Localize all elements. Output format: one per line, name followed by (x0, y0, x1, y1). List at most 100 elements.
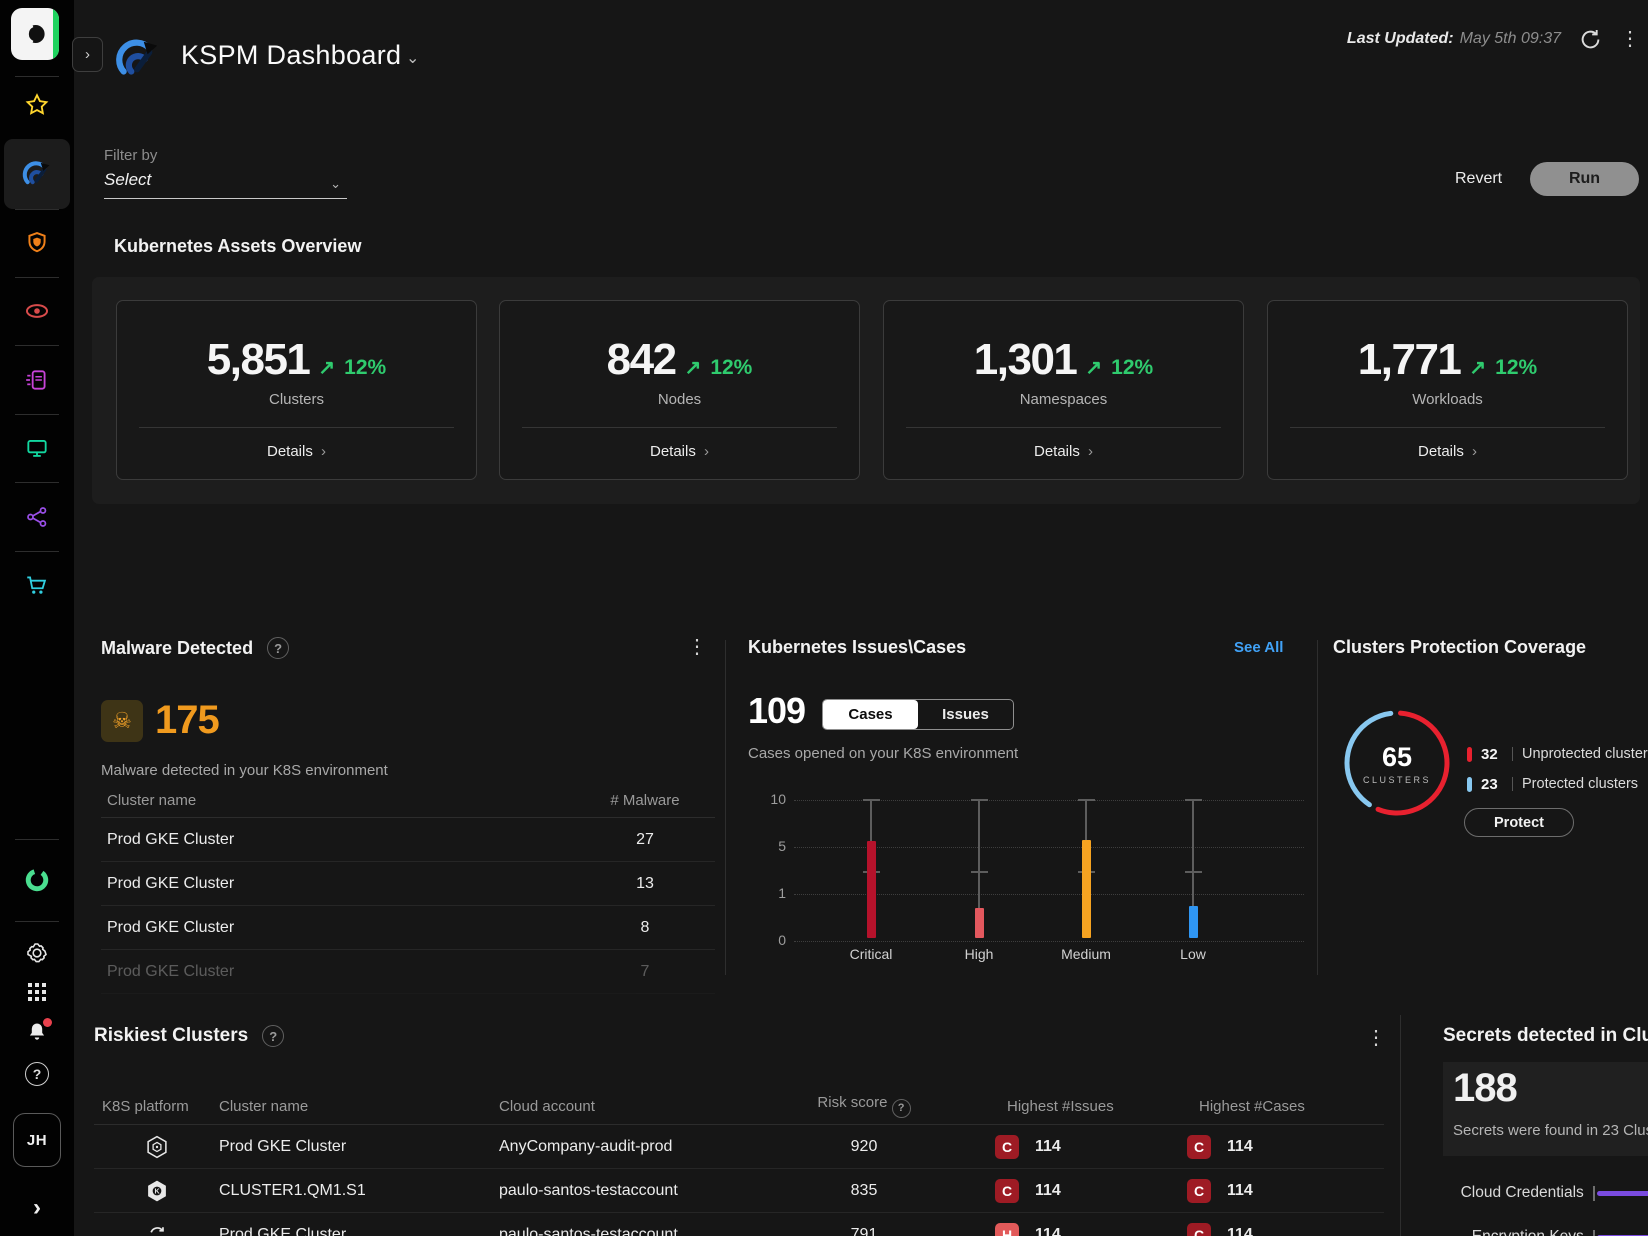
help-icon[interactable]: ? (262, 1025, 284, 1047)
sidebar-item-apps[interactable] (0, 970, 74, 1014)
chevron-right-icon: › (85, 46, 90, 63)
sidebar-item-threat-eye[interactable] (0, 289, 74, 333)
chevron-down-icon: ⌄ (330, 176, 341, 192)
column-highest-cases: Highest #Cases (1141, 1098, 1333, 1115)
severity-badge: C (995, 1135, 1019, 1159)
sidebar-item-settings[interactable] (0, 931, 74, 975)
platform-cell (94, 1222, 219, 1236)
cases-count: 114 (1227, 1182, 1253, 1200)
panel-divider (725, 640, 726, 975)
severity-badge: C (1187, 1179, 1211, 1203)
secret-row[interactable]: Encryption Keys (1443, 1222, 1648, 1236)
cases-issues-toggle: Cases Issues (822, 699, 1014, 730)
kebab-menu-icon[interactable]: ⋮ (1620, 29, 1640, 49)
riskiest-title: Riskiest Clusters (94, 1025, 248, 1047)
details-link[interactable]: Details › (884, 443, 1243, 460)
divider (522, 427, 837, 428)
whisker-cap-high (1185, 799, 1202, 801)
details-link[interactable]: Details › (1268, 443, 1627, 460)
chart-bar-low[interactable] (1189, 906, 1198, 938)
cluster-name-cell: Prod GKE Cluster (101, 831, 575, 849)
malware-table-row[interactable]: Prod GKE Cluster 8 (101, 906, 715, 950)
divider (906, 427, 1221, 428)
expand-sidebar-button[interactable]: › (72, 37, 103, 72)
donut-total: 65 (1382, 742, 1412, 773)
run-button[interactable]: Run (1530, 162, 1639, 196)
sidebar: ? JH › (0, 0, 74, 1236)
legend-row: 32 Unprotected clusters (1467, 744, 1648, 764)
details-link[interactable]: Details › (117, 443, 476, 460)
sidebar-item-documents[interactable] (0, 358, 74, 402)
details-link[interactable]: Details › (500, 443, 859, 460)
asset-card-clusters: 5,851 ↗ 12% Clusters Details › (116, 300, 477, 480)
filter-select-dropdown[interactable]: Select ⌄ (104, 170, 347, 199)
sidebar-item-shield[interactable] (0, 221, 74, 265)
sidebar-item-share-graph[interactable] (0, 495, 74, 539)
riskiest-table-row[interactable]: K CLUSTER1.QM1.S1 paulo-santos-testaccou… (94, 1169, 1384, 1213)
sidebar-item-kspm-dashboard[interactable] (0, 152, 74, 196)
issues-cases-title: Kubernetes Issues\Cases (748, 637, 966, 658)
refresh-button[interactable] (1577, 26, 1604, 53)
secret-row[interactable]: Cloud Credentials (1443, 1178, 1648, 1208)
highest-issues-cell: C 114 (949, 1179, 1141, 1203)
malware-table-row[interactable]: Prod GKE Cluster 27 (101, 818, 715, 862)
kebab-menu-icon[interactable]: ⋮ (1366, 1028, 1386, 1048)
riskiest-panel-header: Riskiest Clusters ? (94, 1025, 284, 1047)
divider (15, 482, 59, 483)
shield-icon (24, 230, 50, 256)
protect-button[interactable]: Protect (1464, 808, 1574, 837)
tab-issues[interactable]: Issues (918, 700, 1013, 729)
revert-button[interactable]: Revert (1455, 170, 1502, 188)
document-icon (24, 367, 50, 393)
sidebar-item-notifications[interactable] (0, 1010, 74, 1054)
help-icon[interactable]: ? (892, 1099, 911, 1118)
sidebar-collapse-toggle[interactable]: › (0, 1186, 74, 1230)
chart-bar-medium[interactable] (1082, 840, 1091, 939)
logo-green-edge (53, 8, 59, 60)
see-all-link[interactable]: See All (1234, 639, 1283, 656)
tab-cases[interactable]: Cases (823, 700, 918, 729)
gauge-icon (22, 159, 52, 189)
chart-bar-critical[interactable] (867, 841, 876, 938)
malware-count-cell: 8 (575, 919, 715, 937)
asset-value: 1,301 (974, 335, 1077, 385)
cases-count: 114 (1227, 1138, 1253, 1156)
trend-up-icon: ↗ (1085, 355, 1102, 380)
kebab-menu-icon[interactable]: ⋮ (687, 637, 707, 657)
chevron-right-icon: › (321, 443, 326, 460)
bar-axis-tick (1593, 1186, 1595, 1201)
divider (15, 345, 59, 346)
malware-table-row[interactable]: Prod GKE Cluster 13 (101, 862, 715, 906)
secrets-count: 188 (1453, 1066, 1517, 1111)
riskiest-table-row[interactable]: Prod GKE Cluster paulo-santos-testaccoun… (94, 1213, 1384, 1236)
dashboard-switcher[interactable]: ⌄ (406, 48, 419, 68)
help-icon[interactable]: ? (267, 637, 289, 659)
riskiest-table-row[interactable]: Prod GKE Cluster AnyCompany-audit-prod 9… (94, 1125, 1384, 1169)
divider (1290, 427, 1605, 428)
chart-bar-high[interactable] (975, 908, 984, 938)
sidebar-item-monitor[interactable] (0, 426, 74, 470)
secret-bar (1597, 1191, 1648, 1196)
divider (1512, 777, 1513, 791)
whisker-cap-mid (1185, 871, 1202, 873)
asset-trend-percent: 12% (1111, 356, 1153, 380)
cluster-name-cell: Prod GKE Cluster (219, 1138, 499, 1156)
user-avatar[interactable]: JH (13, 1113, 61, 1167)
sidebar-item-favorites[interactable] (0, 83, 74, 127)
sidebar-item-help[interactable]: ? (0, 1052, 74, 1096)
malware-rows: Prod GKE Cluster 27 Prod GKE Cluster 13 … (101, 818, 715, 994)
brand-logo[interactable] (11, 8, 59, 60)
malware-count: 175 (155, 698, 219, 743)
cases-count: 109 (748, 690, 805, 732)
x-axis-label: High (929, 946, 1029, 962)
donut-center: 65 CLUSTERS (1337, 703, 1457, 823)
riskiest-table: K8S platform Cluster name Cloud account … (94, 1088, 1384, 1236)
whisker-cap-mid (971, 871, 988, 873)
malware-table-row[interactable]: Prod GKE Cluster 7 (101, 950, 715, 994)
chevron-down-icon: ⌄ (406, 50, 419, 67)
sidebar-item-falcon[interactable] (0, 858, 74, 902)
malware-title: Malware Detected (101, 638, 253, 659)
last-updated: Last Updated:May 5th 09:37 (1347, 30, 1561, 48)
sidebar-item-marketplace[interactable] (0, 563, 74, 607)
whisker-cap-high (971, 799, 988, 801)
